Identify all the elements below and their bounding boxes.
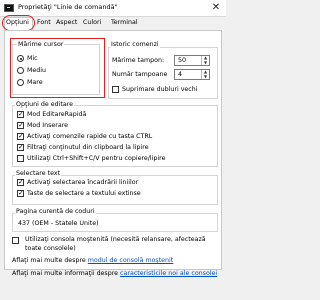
ctrl-shift-cv-label: Utilizaţi Ctrl+Shift+C/V pentru copiere/… xyxy=(27,155,166,162)
tab-font[interactable]: Font xyxy=(37,19,51,26)
cursor-size-title: Mărime cursor xyxy=(17,41,65,48)
discard-duplicates-checkbox[interactable] xyxy=(112,86,119,93)
extended-keys-checkbox[interactable]: ✓ xyxy=(17,190,24,197)
command-history-title: Istoric comenzi xyxy=(110,41,160,48)
legacy-console-label-line2: toate consolele) xyxy=(25,245,76,252)
edit-options-title: Opţiuni de editare xyxy=(15,101,75,108)
codepage-value: 437 (OEM - Statele Unite) xyxy=(18,220,99,227)
buffer-count-label: Număr tampoane xyxy=(112,71,168,78)
ctrl-shift-cv-checkbox[interactable] xyxy=(17,155,24,162)
cursor-small-radio[interactable] xyxy=(17,55,24,62)
tab-colors[interactable]: Culori xyxy=(83,19,101,26)
line-wrap-selection-label: Activaţi selectarea încadrării liniilor xyxy=(27,179,139,186)
ctrl-shortcuts-checkbox[interactable]: ✓ xyxy=(17,133,24,140)
new-features-link[interactable]: caracteristicile noi ale consolei xyxy=(120,270,217,277)
legacy-console-label-line1: Utilizaţi consola moştenită (necesită re… xyxy=(25,236,206,243)
buffer-count-value: 4 xyxy=(178,71,183,78)
discard-duplicates-label: Suprimare dubluri vechi xyxy=(122,86,198,93)
insert-mode-label: Mod Inserare xyxy=(27,122,69,129)
filter-clipboard-label: Filtraţi conţinutul din clipboard la lip… xyxy=(27,144,149,151)
new-features-prefix: Aflaţi mai multe informaţii despre xyxy=(12,270,121,277)
codepage-title: Pagina curentă de coduri xyxy=(15,208,96,215)
filter-clipboard-checkbox[interactable]: ✓ xyxy=(17,144,24,151)
close-icon[interactable]: ✕ xyxy=(210,1,222,14)
cursor-large-label: Mare xyxy=(27,79,43,86)
quickedit-checkbox[interactable]: ✓ xyxy=(17,111,24,118)
cursor-medium-label: Mediu xyxy=(27,67,47,74)
legacy-mode-link[interactable]: modul de consolă moştenit xyxy=(88,257,173,264)
extended-keys-label: Taste de selectare a textului extinse xyxy=(27,190,141,197)
spinner-arrows-icon[interactable]: ▲ ▼ xyxy=(201,69,209,79)
cursor-small-label: Mic xyxy=(27,55,38,62)
console-app-icon xyxy=(4,4,14,12)
cursor-large-radio[interactable] xyxy=(17,79,24,86)
quickedit-label: Mod EditareRapidă xyxy=(27,111,87,118)
buffer-size-label: Mărime tampon: xyxy=(112,57,165,64)
legacy-console-checkbox[interactable] xyxy=(12,237,19,244)
ctrl-shortcuts-label: Activaţi comenzile rapide cu tasta CTRL xyxy=(27,133,153,140)
tab-terminal[interactable]: Terminal xyxy=(111,19,138,26)
line-wrap-selection-checkbox[interactable]: ✓ xyxy=(17,179,24,186)
legacy-mode-prefix: Aflaţi mai multe despre xyxy=(12,257,88,264)
tab-options[interactable]: Opţiuni xyxy=(6,19,29,26)
tab-layout[interactable]: Aspect xyxy=(56,19,77,26)
new-features-info: Aflaţi mai multe informaţii despre carac… xyxy=(12,270,217,277)
spinner-arrows-icon[interactable]: ▲ ▼ xyxy=(201,55,209,65)
legacy-mode-info: Aflaţi mai multe despre modul de consolă… xyxy=(12,257,173,264)
buffer-count-spinner[interactable]: 4 ▲ ▼ xyxy=(174,69,210,80)
window-title: Proprietăţi "Linie de comandă" xyxy=(18,3,118,11)
insert-mode-checkbox[interactable]: ✓ xyxy=(17,122,24,129)
text-selection-title: Selectare text xyxy=(15,170,62,177)
buffer-size-spinner[interactable]: 50 ▲ ▼ xyxy=(174,55,210,66)
cursor-medium-radio[interactable] xyxy=(17,67,24,74)
buffer-size-value: 50 xyxy=(178,57,187,64)
